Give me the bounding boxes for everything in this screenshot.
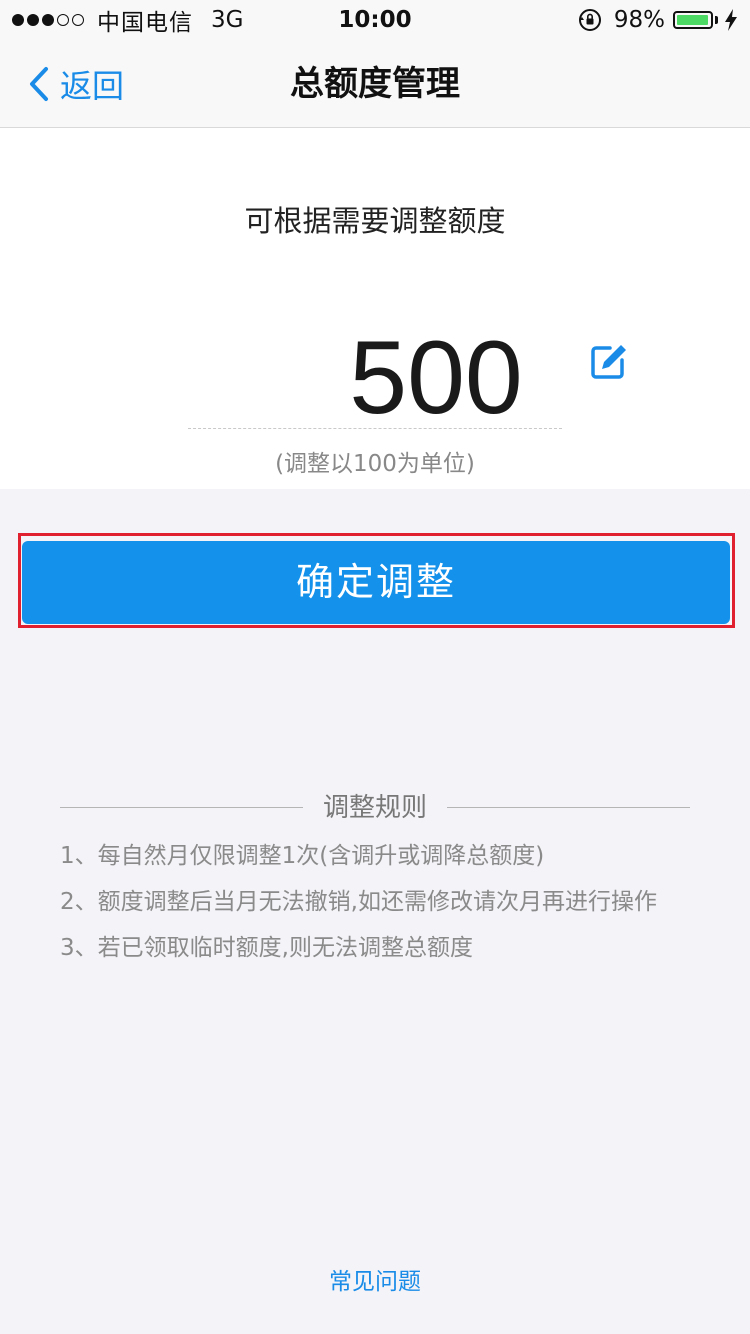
battery-icon bbox=[673, 11, 713, 29]
confirm-adjust-button[interactable]: 确定调整 bbox=[22, 541, 730, 624]
amount-card: 可根据需要调整额度 500 (调整以100为单位) bbox=[0, 128, 750, 489]
amount-subtitle: 可根据需要调整额度 bbox=[244, 204, 506, 238]
rules-header: 调整规则 bbox=[60, 786, 690, 830]
battery-cap bbox=[715, 16, 718, 24]
charging-bolt-icon bbox=[725, 9, 737, 31]
divider bbox=[447, 807, 690, 808]
back-label: 返回 bbox=[60, 67, 125, 105]
amount-hint: (调整以100为单位) bbox=[275, 451, 475, 477]
rule-item: 3、若已领取临时额度,则无法调整总额度 bbox=[60, 935, 473, 961]
orientation-lock-icon bbox=[578, 9, 601, 31]
amount-value[interactable]: 500 bbox=[336, 318, 536, 438]
rule-item: 2、额度调整后当月无法撤销,如还需修改请次月再进行操作 bbox=[60, 889, 657, 915]
edit-icon[interactable] bbox=[588, 342, 628, 382]
battery-level bbox=[677, 15, 709, 25]
rule-item: 1、每自然月仅限调整1次(含调升或调降总额度) bbox=[60, 843, 545, 869]
faq-link[interactable]: 常见问题 bbox=[0, 1262, 750, 1296]
chevron-left-icon bbox=[30, 67, 48, 101]
status-bar: 中国电信 3G 10:00 98% bbox=[0, 0, 750, 40]
amount-underline bbox=[188, 428, 562, 429]
status-right: 98% bbox=[578, 0, 738, 40]
rules-list: 1、每自然月仅限调整1次(含调升或调降总额度) 2、额度调整后当月无法撤销,如还… bbox=[60, 838, 720, 976]
navigation-bar: 返回 总额度管理 bbox=[0, 40, 750, 128]
battery-percent: 98% bbox=[613, 7, 665, 33]
back-button[interactable]: 返回 bbox=[28, 40, 124, 128]
rules-title: 调整规则 bbox=[322, 793, 427, 823]
